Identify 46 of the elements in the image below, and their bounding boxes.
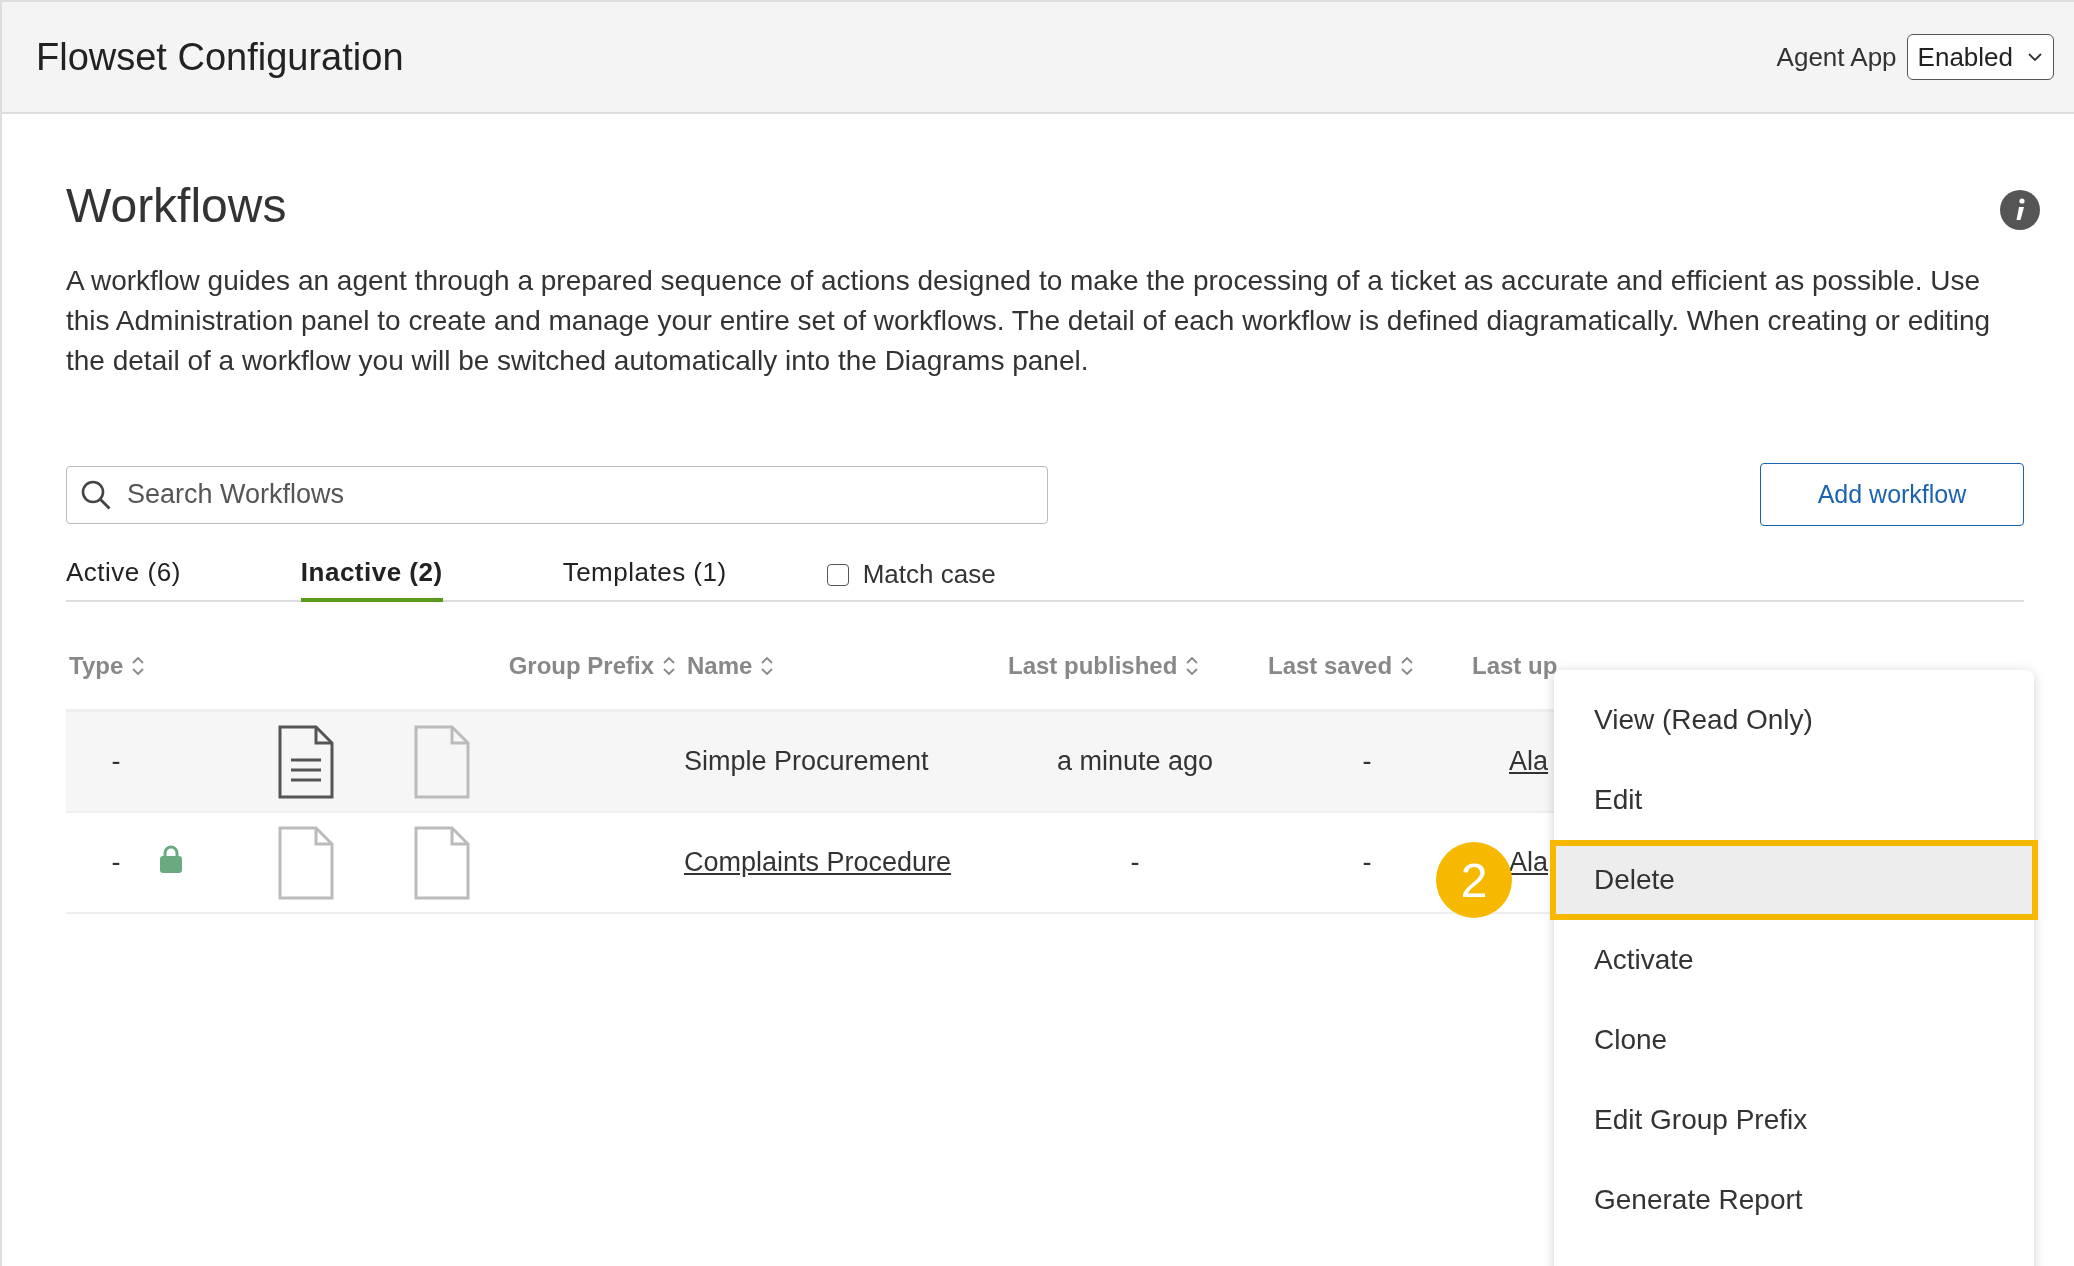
description-text: A workflow guides an agent through a prepared sequence of actions designed to make the processing of a ticket as accurate and efficient as possible. Use this Administration panel to create and manage your entire set of workflows. The detail of each workflow is defined diagramatically. When creating or editing the detail of a workflow you will be switched automatically into the Diagrams panel. [66, 264, 1992, 378]
menu-item[interactable]: Delete [1550, 840, 2038, 920]
column-header[interactable]: Group Prefix [508, 651, 654, 680]
menu-item[interactable]: Clone [1554, 1000, 2034, 1080]
sort-icon[interactable] [1185, 654, 1200, 677]
sort-icon[interactable] [662, 654, 676, 677]
sort-icon[interactable] [760, 654, 775, 677]
agent-app-label: Agent App [1776, 41, 1897, 73]
agent-app-dropdown[interactable]: Enabled [1906, 34, 2054, 80]
tab[interactable]: Active (6) [66, 557, 181, 602]
match-case-checkbox[interactable] [826, 563, 849, 586]
search-field[interactable]: Search Workflows [66, 465, 1048, 524]
last-published-cell: a minute ago [1056, 746, 1214, 776]
last-published-cell: - [1130, 847, 1140, 877]
last-saved-cell: - [1362, 847, 1372, 877]
column-header[interactable]: Last saved [1268, 651, 1393, 680]
blank-document-icon[interactable] [413, 723, 471, 800]
add-workflow-button[interactable]: Add workflow [1760, 463, 2024, 526]
menu-item[interactable]: Edit [1554, 760, 2034, 840]
blank-document-icon[interactable] [277, 824, 335, 901]
type-cell: - [111, 746, 121, 776]
column-header[interactable]: Name [687, 651, 753, 680]
column-header[interactable]: Last up [1472, 651, 1558, 680]
app-title: Flowset Configuration [36, 35, 404, 79]
workflow-name-link[interactable]: Complaints Procedure [684, 847, 952, 877]
menu-item[interactable]: Activate [1554, 920, 2034, 1000]
type-cell: - [111, 847, 121, 877]
workflow-name: Simple Procurement [684, 746, 929, 776]
sort-icon[interactable] [1400, 654, 1415, 677]
page-heading: Workflows [66, 178, 287, 233]
updated-by-link[interactable]: Ala [1509, 746, 1549, 776]
column-header[interactable]: Type [69, 651, 124, 680]
menu-item[interactable]: Generate Report [1554, 1160, 2034, 1240]
sort-icon[interactable] [131, 654, 146, 677]
document-lines-icon[interactable] [277, 723, 335, 800]
info-icon[interactable] [2000, 190, 2040, 230]
tab[interactable]: Inactive (2) [300, 557, 443, 602]
menu-item[interactable]: View (Read Only) [1554, 680, 2034, 760]
tab[interactable]: Templates (1) [562, 557, 727, 602]
updated-by-link[interactable]: Ala [1509, 847, 1549, 877]
last-saved-cell: - [1362, 746, 1372, 776]
match-case-label: Match case [862, 559, 996, 590]
chevron-down-icon [2027, 52, 2043, 62]
blank-document-icon[interactable] [413, 824, 471, 901]
column-header[interactable]: Last published [1008, 651, 1178, 680]
menu-item[interactable]: Edit Group Prefix [1554, 1080, 2034, 1160]
